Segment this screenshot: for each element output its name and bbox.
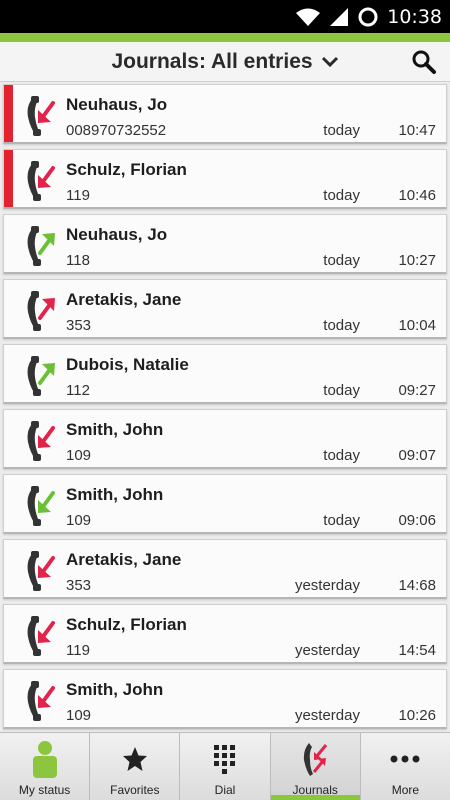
contact-name: Smith, John	[66, 420, 164, 439]
phone-number: 008970732552	[66, 122, 167, 139]
nav-journals[interactable]: Journals	[270, 733, 361, 800]
search-button[interactable]	[408, 42, 440, 82]
call-day: today	[323, 512, 360, 529]
call-day: yesterday	[294, 707, 360, 724]
call-time: 14:54	[398, 642, 436, 659]
nav-more[interactable]: More	[361, 733, 450, 800]
chevron-down-icon	[321, 56, 338, 68]
incoming-call-icon	[27, 96, 55, 136]
call-day: today	[323, 122, 360, 139]
call-day: today	[323, 447, 360, 464]
dialpad-icon	[213, 739, 237, 779]
journal-entry[interactable]: Dubois, Natalie 112 today 09:27	[3, 344, 447, 404]
nav-label: More	[391, 783, 420, 797]
call-time: 10:27	[398, 252, 436, 269]
nav-my-status[interactable]: My status	[0, 733, 91, 800]
phone-number: 119	[66, 187, 90, 204]
contact-name: Schulz, Florian	[66, 615, 187, 634]
call-day: yesterday	[294, 577, 360, 594]
journal-filter-dropdown[interactable]: Journals: All entries	[0, 42, 450, 82]
outgoing-call-icon	[27, 226, 55, 266]
call-time: 10:47	[398, 122, 436, 139]
call-time: 09:07	[398, 447, 436, 464]
call-day: today	[323, 317, 360, 334]
nav-label: Favorites	[110, 783, 160, 797]
star-icon	[122, 739, 148, 779]
phone-number: 353	[66, 317, 92, 334]
contact-name: Neuhaus, Jo	[66, 95, 168, 114]
nav-favorites[interactable]: Favorites	[90, 733, 181, 800]
missed-call-indicator	[4, 85, 13, 142]
phone-number: 109	[66, 447, 92, 464]
contact-name: Aretakis, Jane	[66, 550, 182, 569]
incoming-call-icon	[27, 486, 55, 526]
incoming-call-icon	[27, 551, 55, 591]
phone-number: 353	[66, 577, 92, 594]
journal-entry[interactable]: Neuhaus, Jo 008970732552 today 10:47	[3, 84, 447, 144]
call-time: 10:46	[398, 187, 436, 204]
journal-entry[interactable]: Schulz, Florian 119 today 10:46	[3, 149, 447, 209]
contact-name: Smith, John	[66, 485, 164, 504]
bottom-navigation: My status Favorites Dial Journals More	[0, 732, 450, 800]
journal-entry[interactable]: Schulz, Florian 119 yesterday 14:54	[3, 604, 447, 664]
contact-name: Smith, John	[66, 680, 164, 699]
call-day: yesterday	[294, 642, 360, 659]
nav-label: My status	[18, 783, 71, 797]
missed-call-indicator	[4, 150, 13, 207]
incoming-call-icon	[27, 616, 55, 656]
battery-icon	[358, 7, 378, 26]
journal-entry[interactable]: Smith, John 109 yesterday 10:26	[3, 669, 447, 729]
contact-name: Aretakis, Jane	[66, 290, 182, 309]
status-bar: 10:38	[0, 0, 450, 33]
accent-line	[0, 33, 450, 42]
page-title: Journals: All entries	[111, 50, 313, 73]
more-icon	[390, 739, 420, 779]
call-time: 09:27	[398, 382, 436, 399]
app-header: Journals: All entries	[0, 42, 450, 82]
journal-entry[interactable]: Smith, John 109 today 09:06	[3, 474, 447, 534]
journal-entry[interactable]: Smith, John 109 today 09:07	[3, 409, 447, 469]
journal-calls-icon	[300, 739, 330, 779]
contact-name: Dubois, Natalie	[66, 355, 189, 374]
call-day: today	[323, 382, 360, 399]
journal-list[interactable]: Neuhaus, Jo 008970732552 today 10:47 Schulz,…	[0, 82, 450, 732]
status-time: 10:38	[387, 5, 442, 28]
call-day: today	[323, 187, 360, 204]
phone-number: 109	[66, 512, 92, 529]
call-time: 10:26	[398, 707, 436, 724]
contact-name: Schulz, Florian	[66, 160, 187, 179]
incoming-call-icon	[27, 161, 55, 201]
call-day: today	[323, 252, 360, 269]
journal-entry[interactable]: Neuhaus, Jo 118 today 10:27	[3, 214, 447, 274]
contact-name: Neuhaus, Jo	[66, 225, 168, 244]
incoming-call-icon	[27, 681, 55, 721]
journal-entry[interactable]: Aretakis, Jane 353 yesterday 14:68	[3, 539, 447, 599]
nav-dial[interactable]: Dial	[180, 733, 271, 800]
phone-number: 118	[66, 252, 90, 269]
phone-number: 109	[66, 707, 92, 724]
nav-label: Dial	[214, 783, 236, 797]
call-time: 09:06	[398, 512, 436, 529]
phone-number: 112	[66, 382, 90, 399]
outgoing-call-icon	[27, 356, 55, 396]
journal-entry[interactable]: Aretakis, Jane 353 today 10:04	[3, 279, 447, 339]
call-time: 10:04	[398, 317, 436, 334]
search-icon	[412, 50, 436, 74]
call-time: 14:68	[398, 577, 436, 594]
phone-number: 119	[66, 642, 90, 659]
status-icons: 10:38	[295, 3, 442, 30]
active-tab-indicator	[270, 795, 360, 800]
outgoing-call-icon	[27, 291, 55, 331]
signal-icon	[330, 7, 349, 26]
incoming-call-icon	[27, 421, 55, 461]
wifi-icon	[296, 8, 321, 26]
person-status-icon	[31, 739, 59, 779]
